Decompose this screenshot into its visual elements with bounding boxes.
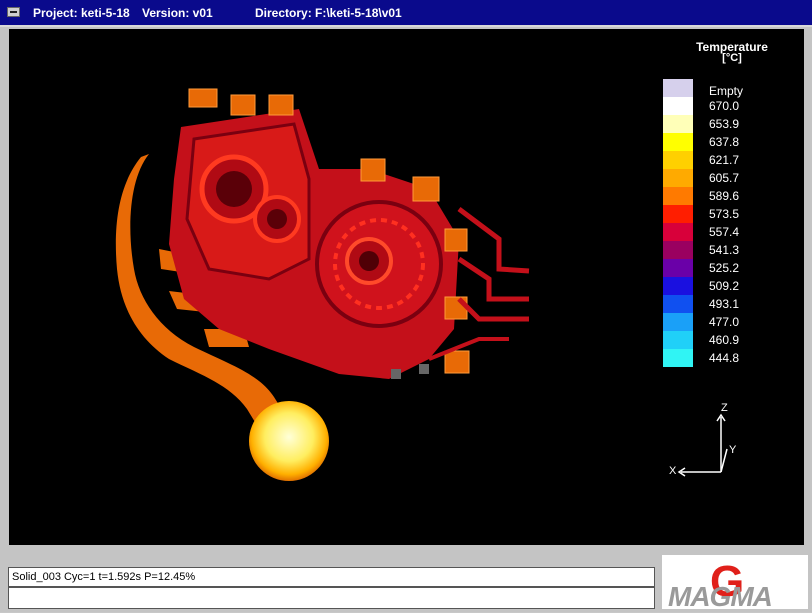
legend-label: 605.7: [709, 171, 740, 185]
legend-swatch: [663, 169, 693, 187]
message-line: [8, 587, 655, 609]
legend-label: 541.3: [709, 243, 740, 257]
legend-unit: [°C]: [722, 52, 742, 64]
biscuit-hot-spot: [249, 401, 329, 481]
legend-label: 573.5: [709, 207, 740, 221]
legend-swatch: [663, 277, 693, 295]
title-bar: Project: keti-5-18 Version: v01 Director…: [0, 0, 812, 27]
legend-label: 460.9: [709, 333, 740, 347]
legend-swatch: [663, 349, 693, 367]
legend-swatch: [663, 223, 693, 241]
legend-swatch: [663, 97, 693, 115]
legend-swatch: [663, 331, 693, 349]
legend-label: 637.8: [709, 135, 740, 149]
legend-swatch: [663, 79, 693, 97]
directory-path: Directory: F:\keti-5-18\v01: [255, 6, 402, 20]
legend-label: 589.6: [709, 189, 740, 203]
x-axis-label: X: [669, 465, 677, 477]
legend-swatch: [663, 205, 693, 223]
legend-label: 621.7: [709, 153, 740, 167]
legend-swatch: [663, 115, 693, 133]
magma-logo: G MAGMA: [662, 555, 808, 612]
legend-label: 493.1: [709, 297, 740, 311]
y-axis-label: Y: [729, 444, 737, 456]
z-axis-label: Z: [721, 402, 728, 414]
legend-label: Empty: [709, 84, 744, 98]
legend-swatch: [663, 259, 693, 277]
system-menu-icon[interactable]: [7, 7, 20, 17]
legend-label: 525.2: [709, 261, 740, 275]
legend-label: 444.8: [709, 351, 740, 365]
legend-swatch: [663, 151, 693, 169]
legend-swatch: [663, 295, 693, 313]
legend-swatch: [663, 313, 693, 331]
version-label: Version: v01: [142, 6, 213, 20]
legend-swatch: [663, 241, 693, 259]
legend-label: 653.9: [709, 117, 740, 131]
legend-label: 509.2: [709, 279, 740, 293]
axis-triad-icon: [677, 413, 728, 477]
legend-swatch: [663, 187, 693, 205]
legend-label: 477.0: [709, 315, 740, 329]
simulation-viewport[interactable]: Temperature [°C] Empty 670.0 653.9 637.8 621…: [9, 29, 804, 545]
legend-label: 557.4: [709, 225, 740, 239]
app-window: Project: keti-5-18 Version: v01 Director…: [0, 0, 812, 612]
legend-label: 670.0: [709, 99, 740, 113]
status-line: Solid_003 Cyc=1 t=1.592s P=12.45%: [8, 567, 655, 587]
project-name: Project: keti-5-18: [33, 6, 130, 20]
status-area: Solid_003 Cyc=1 t=1.592s P=12.45% G MAGM…: [0, 547, 812, 612]
logo-text: MAGMA: [668, 581, 773, 612]
legend-swatch: [663, 133, 693, 151]
